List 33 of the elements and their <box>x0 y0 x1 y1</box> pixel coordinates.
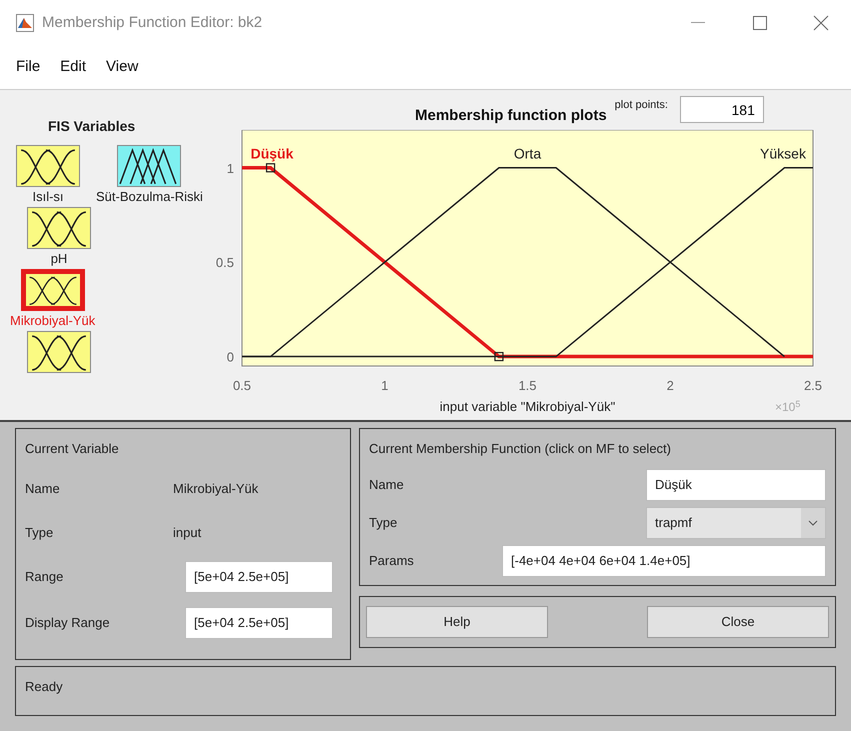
curve-label: Orta <box>514 145 542 162</box>
variable-label: Süt-Bozulma-Riski <box>96 188 203 206</box>
variable-label: Mikrobiyal-Yük <box>10 312 96 330</box>
field-label: Name <box>369 476 404 494</box>
panel-title: Current Variable <box>25 440 120 458</box>
x-tick-label: 2 <box>666 378 674 393</box>
curve-label: Yüksek <box>760 145 806 162</box>
plot-points-label: plot points: <box>614 98 668 112</box>
variable-label: Isıl-sı <box>32 188 64 206</box>
field-label: Name <box>25 480 61 498</box>
curve-label: Düşük <box>250 145 294 162</box>
x-tick-label: 1 <box>381 378 388 393</box>
field-label: Type <box>369 514 398 532</box>
field-label: Params <box>369 552 414 570</box>
field-label: Type <box>25 524 54 542</box>
variable-type: input <box>173 524 202 542</box>
chart-title: Membership function plots <box>415 106 607 126</box>
window-title: Membership Function Editor: bk2 <box>42 12 262 33</box>
variable-name: Mikrobiyal-Yük <box>173 480 258 498</box>
section-title: FIS Variables <box>48 117 136 136</box>
field-label: Display Range <box>25 614 111 632</box>
y-tick-label: 0.5 <box>216 255 234 270</box>
x-tick-label: 1.5 <box>518 378 537 393</box>
status-bar: Ready <box>15 666 836 716</box>
x-axis-label: input variable "Mikrobiyal-Yük" <box>440 399 616 414</box>
x-tick-label: 0.5 <box>232 378 252 393</box>
panel-title: Current Membership Function (click on MF to select) <box>369 440 672 458</box>
axis-exponent: ×10$^{5}$ <box>775 398 800 416</box>
variable-label: pH <box>50 250 68 268</box>
y-tick-label: 0 <box>226 350 234 365</box>
field-label: Range <box>25 568 64 586</box>
x-tick-label: 2.5 <box>804 378 822 393</box>
y-tick-label: 1 <box>226 160 234 176</box>
